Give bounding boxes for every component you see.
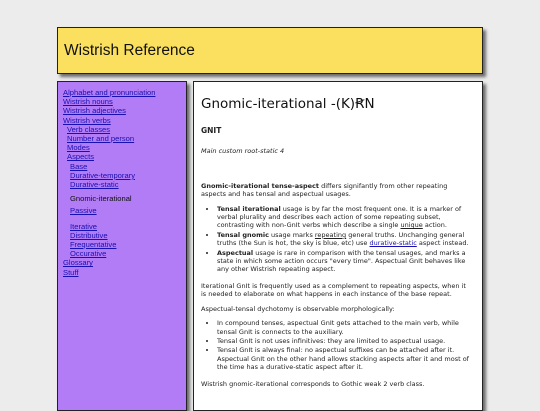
list-item-aspectual: Aspectual usage is rare in comparison wi…	[217, 249, 472, 274]
text: aspect instead.	[416, 239, 469, 248]
nav-verb-classes[interactable]: Verb classes	[63, 125, 186, 134]
site-title: Wistrish Reference	[64, 42, 195, 59]
nav-aspects[interactable]: Aspects	[63, 152, 186, 161]
nav-frequentative[interactable]: Frequentative	[63, 240, 186, 249]
nav-verbs[interactable]: Wistrish verbs	[63, 116, 186, 125]
sidebar-nav: Alphabet and pronunciation Wistrish noun…	[57, 81, 187, 411]
article: Gnomic-iterational -(K)ꞦN GNIT Main cust…	[193, 81, 483, 411]
nav-passive[interactable]: Passive	[63, 206, 186, 215]
text: usage is rare in comparison with the ten…	[217, 248, 466, 274]
nav-iterative[interactable]: Iterative	[63, 222, 186, 231]
paragraph-iterational: Iterational GnIt is frequently used as a…	[201, 281, 466, 299]
term-aspectual: Aspectual	[217, 248, 254, 257]
term-tensal-iterational: Tensal iterational	[217, 204, 281, 213]
nav-durative-static[interactable]: Durative-static	[63, 180, 186, 189]
morphology-list: In compound tenses, aspectual GnIt gets …	[201, 319, 472, 371]
nav-base[interactable]: Base	[63, 162, 186, 171]
link-durative-static[interactable]: durative-static	[370, 239, 417, 247]
term-tensal-gnomic: Tensal gnomic	[217, 230, 269, 239]
subtitle: Main custom root-static 4	[201, 147, 285, 156]
nav-modes[interactable]: Modes	[63, 143, 186, 152]
nav-glossary[interactable]: Glossary	[63, 258, 186, 267]
underlined-repeating: repeating	[314, 230, 347, 239]
list-item: Tensal GnIt is not uses infinitives: the…	[217, 337, 472, 345]
nav-occurative[interactable]: Occurative	[63, 249, 186, 258]
nav-number-person[interactable]: Number and person	[63, 134, 186, 143]
nav-nouns[interactable]: Wistrish nouns	[63, 97, 186, 106]
nav-current-gnomic-iterational: Gnomic-iterational	[70, 194, 132, 204]
page-title: Gnomic-iterational -(K)ꞦN	[201, 96, 375, 112]
site-header: Wistrish Reference	[57, 27, 483, 74]
text: usage marks	[268, 230, 315, 239]
paragraph-dychotomy: Aspectual-tensal dychotomy is observable…	[201, 304, 395, 313]
nav-stuff[interactable]: Stuff	[63, 268, 186, 277]
nav-adjectives[interactable]: Wistrish adjectives	[63, 106, 186, 115]
usage-list: Tensal iterational usage is by far the m…	[201, 205, 472, 274]
list-item: Tensal GnIt is always final: no aspectua…	[217, 346, 472, 371]
paragraph-gothic: Wistrish gnomic-iterational corresponds …	[201, 379, 425, 388]
list-item: In compound tenses, aspectual GnIt gets …	[217, 319, 472, 336]
list-item-tensal-iterational: Tensal iterational usage is by far the m…	[217, 205, 472, 230]
text: action.	[422, 221, 447, 230]
list-item-tensal-gnomic: Tensal gnomic usage marks repeating gene…	[217, 231, 472, 248]
nav-alphabet[interactable]: Alphabet and pronunciation	[63, 88, 186, 97]
intro-paragraph: Gnomic-iterational tense-aspect differs …	[201, 182, 472, 199]
nav-durative-temporary[interactable]: Durative-temporary	[63, 171, 186, 180]
nav-distributive[interactable]: Distributive	[63, 231, 186, 240]
underlined-unique: unique	[400, 221, 423, 230]
word-heading: GNIT	[201, 126, 222, 135]
intro-term: Gnomic-iterational tense-aspect	[201, 181, 320, 190]
